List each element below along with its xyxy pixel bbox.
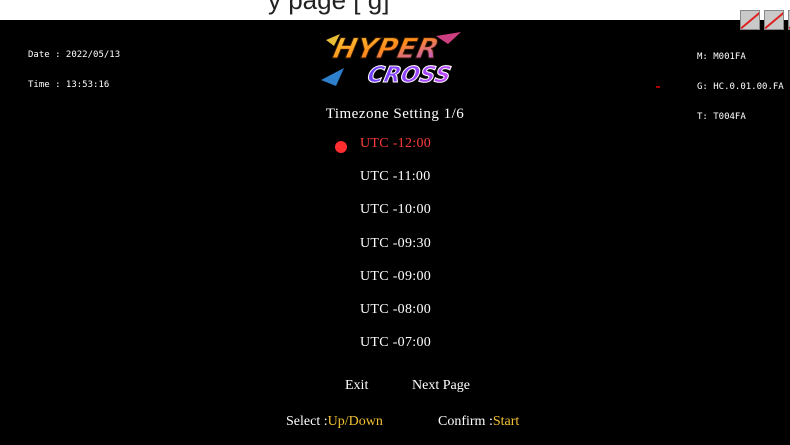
confirm-hint-value: Start	[492, 414, 520, 429]
status-icon	[740, 10, 760, 30]
timezone-option[interactable]: UTC -07:00	[360, 335, 431, 351]
game-settings-screen: Date : 2022/05/13 Time : 13:53:16 M: M00…	[0, 10, 790, 445]
top-caption-strip: y page [ g]	[0, 0, 790, 20]
next-page-button[interactable]: Next Page	[412, 378, 470, 394]
logo-line2: CROSS	[365, 62, 453, 88]
game-version: G: HC.0.01.00.FA	[697, 82, 784, 92]
confirm-hint-label: Confirm :	[438, 414, 493, 429]
timezone-option[interactable]: UTC -09:30	[360, 236, 431, 252]
selection-cursor-icon	[335, 141, 347, 153]
timezone-option[interactable]: UTC -09:00	[360, 269, 431, 285]
timezone-option[interactable]: UTC -11:00	[360, 169, 431, 185]
hyper-cross-logo: HYPER CROSS	[321, 32, 461, 88]
machine-id: M: M001FA	[697, 52, 746, 62]
select-hint: Select :Up/Down	[286, 414, 383, 430]
top-caption: y page [ g]	[268, 0, 390, 15]
timezone-option[interactable]: UTC -10:00	[360, 202, 431, 218]
timezone-option[interactable]: UTC -08:00	[360, 302, 431, 318]
time-text: Time : 13:53:16	[28, 80, 110, 90]
exit-button[interactable]: Exit	[345, 378, 368, 394]
timezone-option[interactable]: UTC -12:00	[360, 136, 431, 152]
logo-line1: HYPER	[330, 32, 442, 65]
select-hint-value: Up/Down	[327, 414, 383, 429]
machine-info: M: M001FA G: HC.0.01.00.FA T: T004FA	[697, 32, 784, 142]
select-hint-label: Select :	[286, 414, 328, 429]
status-icons	[740, 10, 790, 30]
status-icon	[764, 10, 784, 30]
date-time-info: Date : 2022/05/13 Time : 13:53:16	[28, 30, 120, 110]
date-text: Date : 2022/05/13	[28, 50, 121, 60]
confirm-hint: Confirm :Start	[438, 414, 519, 430]
red-mark	[656, 86, 660, 88]
page-title: Timezone Setting 1/6	[325, 106, 465, 122]
